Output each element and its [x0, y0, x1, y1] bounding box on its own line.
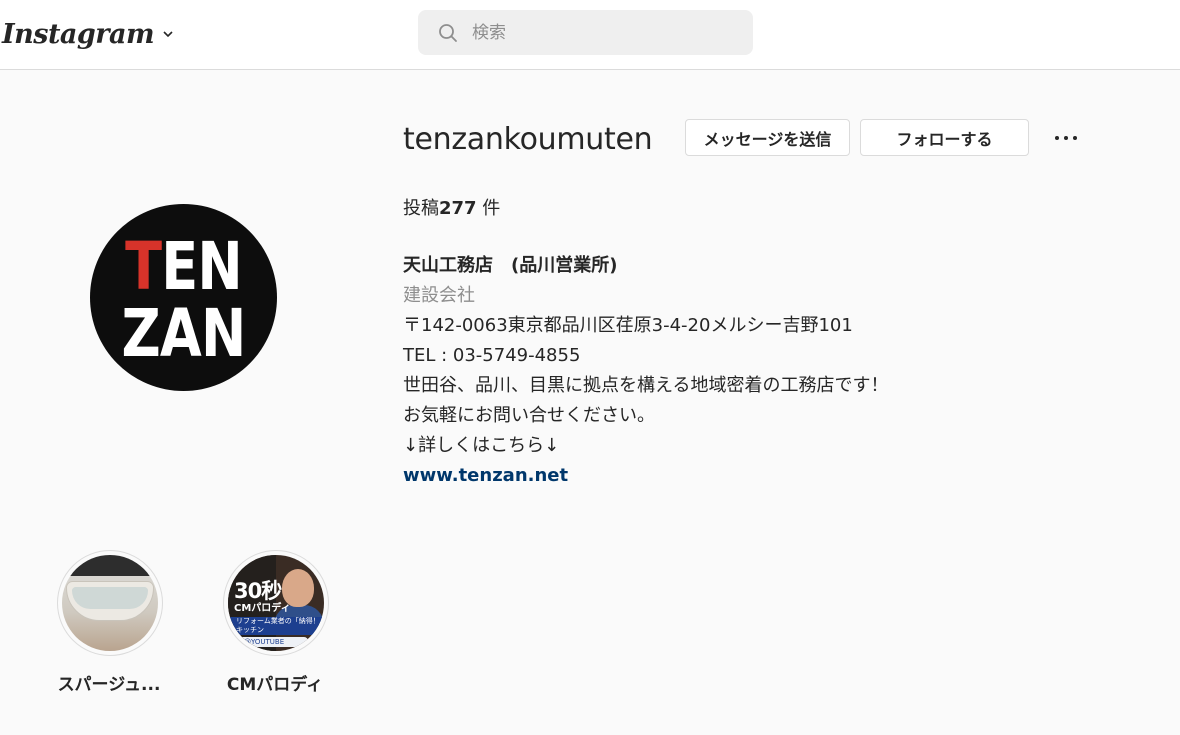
highlight-cover-ring [57, 550, 163, 656]
search-box[interactable] [418, 10, 753, 55]
bio-contact: お気軽にお問い合せください。 [403, 405, 655, 426]
more-options-icon[interactable] [1046, 126, 1086, 150]
profile-bio: 天山工務店 (品川営業所) 建設会社 〒142-0063東京都品川区荏原3-4-… [403, 251, 1123, 491]
highlight-label: スパージュ... [57, 675, 161, 695]
follow-button[interactable]: フォローする [860, 119, 1029, 156]
profile-website-link[interactable]: www.tenzan.net [403, 461, 1123, 491]
bio-more-info: ↓詳しくはこちら↓ [403, 435, 560, 456]
highlight-label: CMパロディ [226, 675, 324, 695]
highlight-cover-ring: 30秒 CMパロディ リフォーム業者の「納得！」キッチン @YOUTUBE [223, 550, 329, 656]
bio-phone: TEL : 03-5749-4855 [403, 345, 581, 366]
bio-description: 世田谷、品川、目黒に拠点を構える地域密着の工務店です！ [403, 375, 889, 396]
highlight-cover-image: 30秒 CMパロディ リフォーム業者の「納得！」キッチン @YOUTUBE [228, 555, 324, 651]
avatar-logo-line-2: ZAN [121, 295, 247, 372]
profile-avatar[interactable]: TEN ZAN [90, 204, 277, 391]
profile-username: tenzankoumuten [403, 122, 653, 157]
instagram-logo-menu[interactable]: Instagram [2, 14, 174, 54]
search-icon [439, 24, 457, 42]
avatar-logo-line-1: TEN [125, 228, 243, 305]
send-message-button[interactable]: メッセージを送信 [685, 119, 850, 156]
bio-address: 〒142-0063東京都品川区荏原3-4-20メルシー吉野101 [403, 315, 853, 336]
highlight-cover-image [62, 555, 158, 651]
chevron-down-icon [163, 31, 173, 38]
profile-full-name: 天山工務店 (品川営業所) [403, 255, 618, 276]
posts-count: 投稿277 件 [403, 198, 501, 219]
profile-category: 建設会社 [403, 285, 475, 306]
instagram-wordmark: Instagram [2, 18, 155, 50]
search-input[interactable] [472, 10, 742, 55]
top-nav: Instagram [0, 0, 1180, 70]
